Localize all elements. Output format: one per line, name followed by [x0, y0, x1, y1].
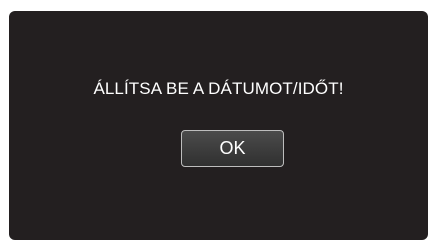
date-time-prompt: ÁLLÍTSA BE A DÁTUMOT/IDŐT!: [93, 79, 344, 98]
ok-button[interactable]: OK: [181, 130, 284, 167]
camera-screen: ÁLLÍTSA BE A DÁTUMOT/IDŐT! OK: [9, 11, 428, 240]
